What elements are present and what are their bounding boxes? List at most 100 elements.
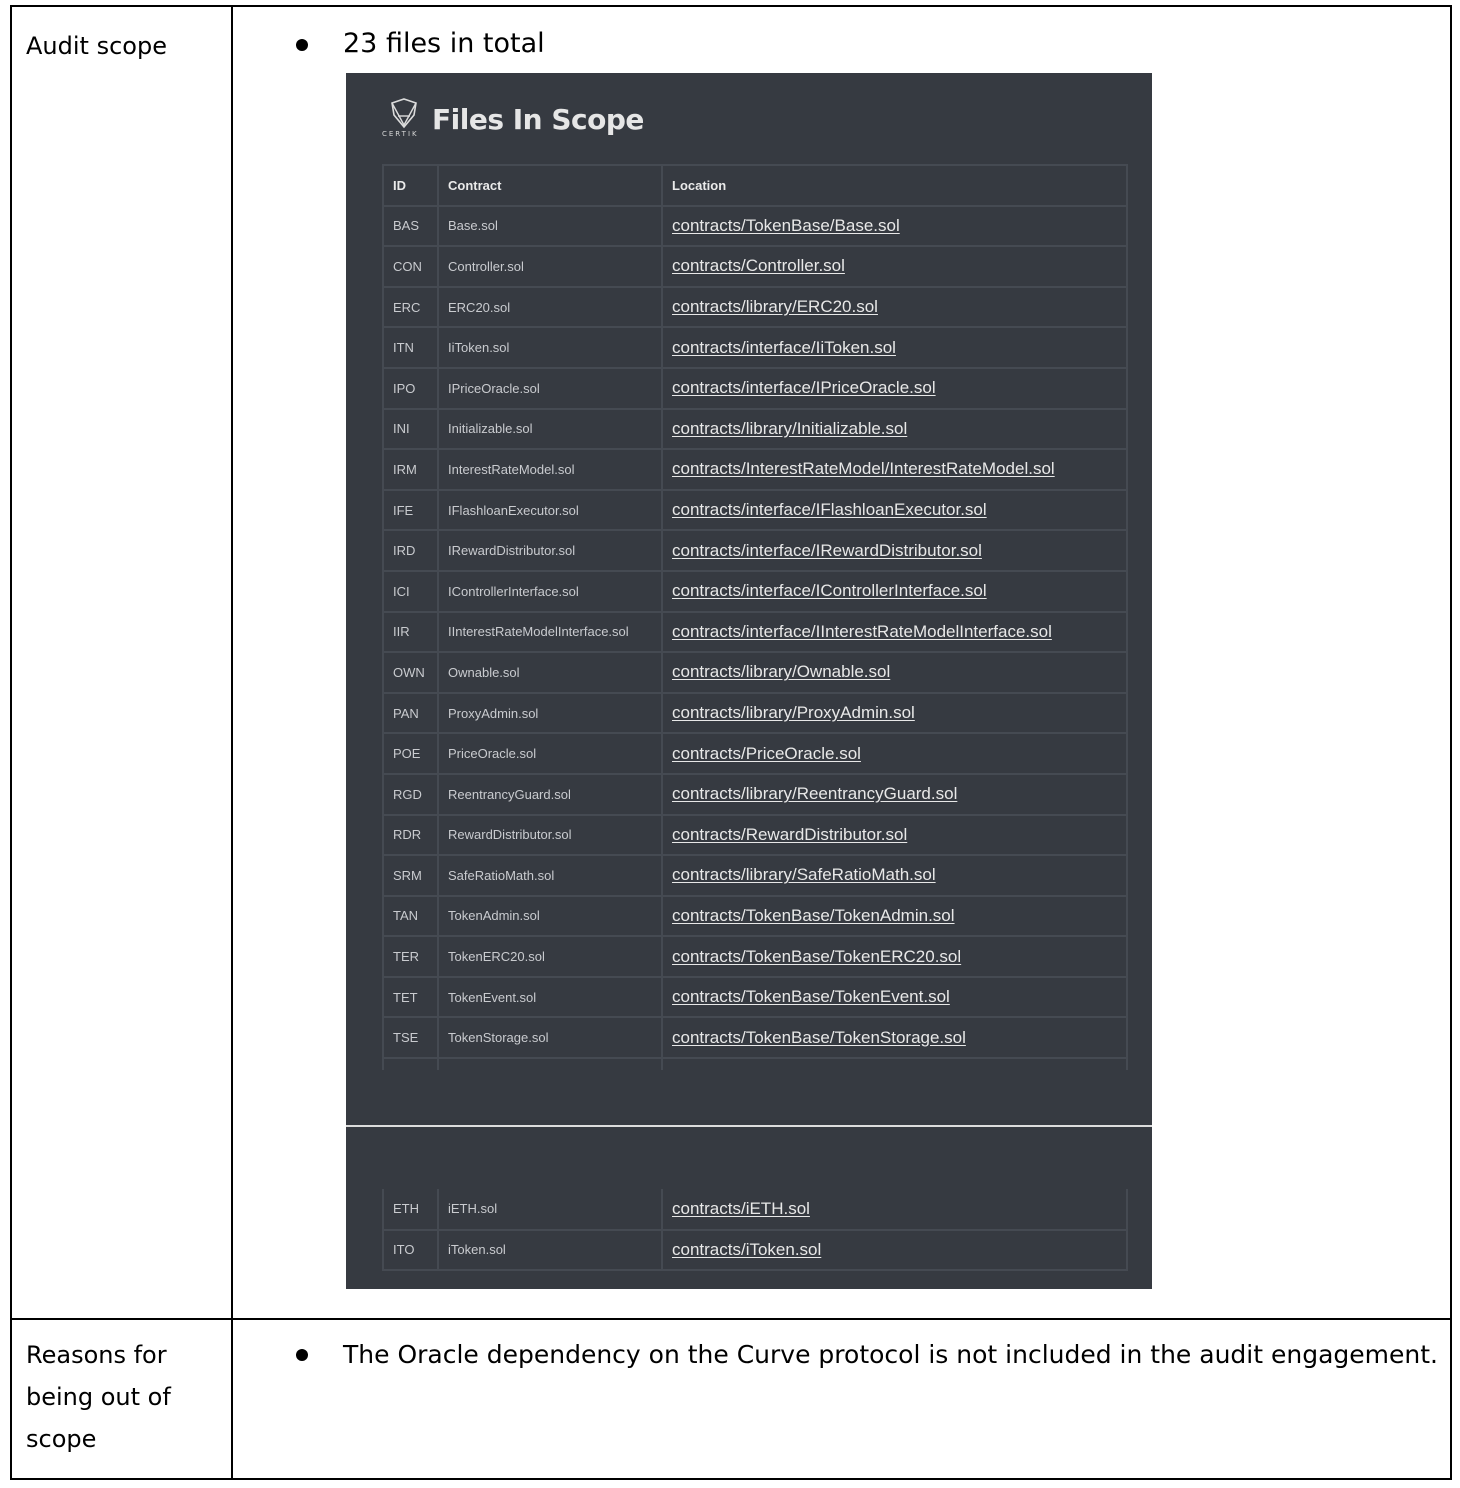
file-location-link[interactable]: contracts/interface/IFlashloanExecutor.s…: [672, 500, 987, 519]
file-location-link[interactable]: contracts/PriceOracle.sol: [672, 744, 861, 763]
table-row: TER TokenERC20.sol contracts/TokenBase/Tok…: [382, 935, 1128, 978]
file-location: contracts/PriceOracle.sol: [661, 732, 1128, 775]
scope-table: Audit scope 23 files in total CERTIK Fil…: [10, 5, 1452, 1480]
file-location: contracts/interface/IRewardDistributor.s…: [661, 529, 1128, 572]
file-id: IIR: [382, 610, 439, 654]
file-location-link[interactable]: contracts/TokenBase/TokenEvent.sol: [672, 987, 950, 1006]
header-id: ID: [382, 164, 439, 207]
out-of-scope-content: The Oracle dependency on the Curve proto…: [231, 1318, 1452, 1480]
file-location-link[interactable]: contracts/library/ReentrancyGuard.sol: [672, 784, 957, 803]
file-location: contracts/interface/IiToken.sol: [661, 326, 1128, 369]
table-row: ERC ERC20.sol contracts/library/ERC20.sol: [382, 285, 1128, 329]
contract-name: SafeRatioMath.sol: [437, 854, 663, 897]
contract-name: IInterestRateModelInterface.sol: [437, 610, 663, 654]
file-location-link[interactable]: contracts/library/ERC20.sol: [672, 297, 878, 316]
file-location: contracts/InterestRateModel/InterestRate…: [661, 448, 1128, 491]
file-id: OWN: [382, 651, 439, 694]
file-id: TSE: [382, 1016, 439, 1060]
file-id: ERC: [382, 285, 439, 329]
file-location: contracts/iToken.sol: [661, 1228, 1128, 1272]
file-location-link[interactable]: contracts/InterestRateModel/InterestRate…: [672, 459, 1055, 478]
contract-name: IPriceOracle.sol: [437, 366, 663, 410]
file-location: contracts/library/ProxyAdmin.sol: [661, 691, 1128, 735]
table-row: IIR IInterestRateModelInterface.sol contra…: [382, 610, 1128, 654]
contract-name: Controller.sol: [437, 245, 663, 288]
contract-name: TokenStorage.sol: [437, 1016, 663, 1060]
table-row: TSE TokenStorage.sol contracts/TokenBase/T…: [382, 1016, 1128, 1060]
file-location-link[interactable]: contracts/library/Ownable.sol: [672, 662, 890, 681]
contract-name: Base.sol: [437, 204, 663, 248]
file-location: contracts/TokenBase/Base.sol: [661, 204, 1128, 248]
contract-name: ERC20.sol: [437, 285, 663, 329]
table-row: ETH iETH.sol contracts/iETH.sol: [382, 1189, 1128, 1231]
file-location-link[interactable]: contracts/iToken.sol: [672, 1240, 821, 1259]
contract-name: PriceOracle.sol: [437, 732, 663, 775]
scope-image-title: Files In Scope: [432, 102, 644, 136]
file-location-link[interactable]: contracts/TokenBase/TokenAdmin.sol: [672, 906, 955, 925]
file-id: SRM: [382, 854, 439, 897]
files-table-continued: ETH iETH.sol contracts/iETH.sol ITO iToken.s…: [382, 1189, 1128, 1272]
file-location: contracts/interface/IPriceOracle.sol: [661, 366, 1128, 410]
contract-name: IiToken.sol: [437, 326, 663, 369]
file-id: TER: [382, 935, 439, 978]
table-row: RGD ReentrancyGuard.sol contracts/library/…: [382, 772, 1128, 816]
bullet-item: 23 files in total: [233, 27, 1450, 61]
page-break-divider: [346, 1125, 1152, 1127]
file-location-link[interactable]: contracts/TokenBase/TokenStorage.sol: [672, 1028, 966, 1047]
file-location-link[interactable]: contracts/interface/IPriceOracle.sol: [672, 378, 936, 397]
contract-name: ReentrancyGuard.sol: [437, 772, 663, 816]
file-id: RGD: [382, 772, 439, 816]
file-location: contracts/TokenBase/TokenERC20.sol: [661, 935, 1128, 978]
file-id: IPO: [382, 366, 439, 410]
table-row: POE PriceOracle.sol contracts/PriceOracle.…: [382, 732, 1128, 775]
audit-scope-label: Audit scope: [10, 5, 233, 1320]
file-location-link[interactable]: contracts/interface/IControllerInterface…: [672, 581, 987, 600]
file-location-link[interactable]: contracts/iETH.sol: [672, 1199, 810, 1218]
header-contract: Contract: [437, 164, 663, 207]
file-location: contracts/TokenBase/TokenAdmin.sol: [661, 894, 1128, 938]
contract-name: TokenERC20.sol: [437, 935, 663, 978]
file-location-link[interactable]: contracts/Controller.sol: [672, 256, 845, 275]
file-location: contracts/Controller.sol: [661, 245, 1128, 288]
file-location: contracts/library/Initializable.sol: [661, 407, 1128, 451]
empty-cell: [382, 1057, 439, 1071]
contract-name: iToken.sol: [437, 1228, 663, 1272]
table-row: CON Controller.sol contracts/Controller.so…: [382, 245, 1128, 288]
table-row: TAN TokenAdmin.sol contracts/TokenBase/Tok…: [382, 894, 1128, 938]
file-location: contracts/TokenBase/TokenStorage.sol: [661, 1016, 1128, 1060]
file-location-link[interactable]: contracts/interface/IRewardDistributor.s…: [672, 541, 982, 560]
file-location: contracts/RewardDistributor.sol: [661, 813, 1128, 857]
file-location-link[interactable]: contracts/interface/IiToken.sol: [672, 338, 896, 357]
out-of-scope-row: Reasons for being out of scope The Oracl…: [10, 1318, 1452, 1480]
file-location-link[interactable]: contracts/TokenBase/TokenERC20.sol: [672, 947, 961, 966]
certik-shield-icon: [391, 98, 417, 129]
audit-scope-content: 23 files in total CERTIK Files In Scope: [231, 5, 1452, 1320]
table-row: ICI IControllerInterface.sol contracts/int…: [382, 569, 1128, 613]
empty-cell: [437, 1057, 663, 1071]
file-location: contracts/library/Ownable.sol: [661, 651, 1128, 694]
file-id: IFE: [382, 488, 439, 532]
file-location-link[interactable]: contracts/library/SafeRatioMath.sol: [672, 865, 936, 884]
file-location-link[interactable]: contracts/TokenBase/Base.sol: [672, 216, 900, 235]
table-row: IFE IFlashloanExecutor.sol contracts/inter…: [382, 488, 1128, 532]
contract-name: ProxyAdmin.sol: [437, 691, 663, 735]
table-row: SRM SafeRatioMath.sol contracts/library/Sa…: [382, 854, 1128, 897]
table-header-row: ID Contract Location: [382, 164, 1128, 207]
file-location-link[interactable]: contracts/library/Initializable.sol: [672, 419, 907, 438]
file-location: contracts/TokenBase/TokenEvent.sol: [661, 975, 1128, 1019]
file-location: contracts/interface/IFlashloanExecutor.s…: [661, 488, 1128, 532]
file-location-link[interactable]: contracts/interface/IInterestRateModelIn…: [672, 622, 1052, 641]
file-location-link[interactable]: contracts/library/ProxyAdmin.sol: [672, 703, 915, 722]
bullet-icon: [296, 39, 308, 51]
contract-name: InterestRateModel.sol: [437, 448, 663, 491]
files-table: ID Contract Location BAS Base.sol contract…: [382, 164, 1128, 1071]
contract-name: iETH.sol: [437, 1189, 663, 1231]
table-row: IRD IRewardDistributor.sol contracts/inter…: [382, 529, 1128, 572]
file-location-link[interactable]: contracts/RewardDistributor.sol: [672, 825, 907, 844]
file-id: INI: [382, 407, 439, 451]
file-id: BAS: [382, 204, 439, 248]
file-id: PAN: [382, 691, 439, 735]
file-id: ICI: [382, 569, 439, 613]
table-row: PAN ProxyAdmin.sol contracts/library/Proxy…: [382, 691, 1128, 735]
certik-logo-text: CERTIK: [382, 130, 419, 138]
